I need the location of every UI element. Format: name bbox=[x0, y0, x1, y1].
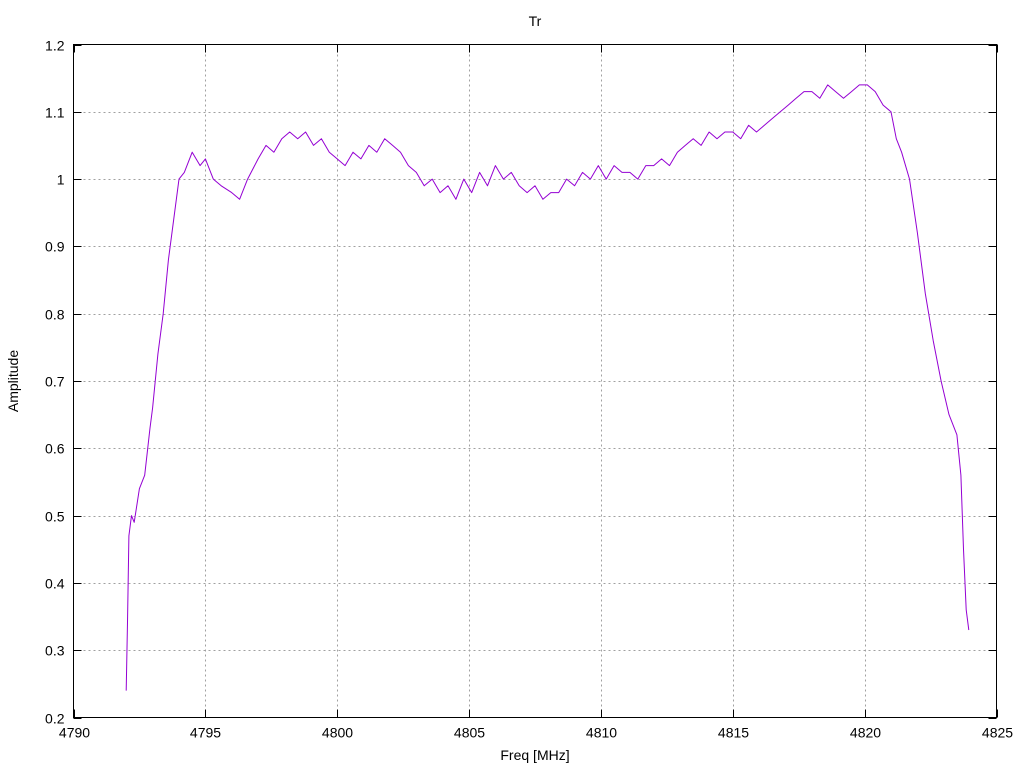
series-layer bbox=[125, 84, 970, 691]
y-tick-label: 1.2 bbox=[45, 38, 65, 54]
y-tick-label: 0.6 bbox=[45, 441, 65, 457]
tick-layer: 4790 4795 4800 4805 4810 4815 4820 4825 0.2 0.3 0.… bbox=[45, 38, 1013, 741]
chart-title: Tr bbox=[529, 13, 542, 29]
y-tick-label: 0.5 bbox=[45, 509, 65, 525]
y-axis-title: Amplitude bbox=[5, 350, 21, 412]
y-tick-label: 1.1 bbox=[45, 105, 65, 121]
y-tick-label: 0.7 bbox=[45, 374, 65, 390]
chart: Tr 4790 4795 4800 4805 4810 4815 4820 4825 0.2 0.… bbox=[5, 13, 1013, 763]
y-tick-label: 1 bbox=[57, 172, 65, 188]
x-tick-label: 4790 bbox=[59, 725, 90, 741]
y-tick-label: 0.8 bbox=[45, 307, 65, 323]
y-tick-label: 0.4 bbox=[45, 576, 65, 592]
x-tick-label: 4795 bbox=[190, 725, 221, 741]
y-tick-label: 0.2 bbox=[45, 711, 65, 727]
x-tick-label: 4800 bbox=[322, 725, 353, 741]
x-tick-label: 4825 bbox=[982, 725, 1013, 741]
y-tick-label: 0.9 bbox=[45, 239, 65, 255]
x-tick-label: 4810 bbox=[586, 725, 617, 741]
x-tick-label: 4820 bbox=[850, 725, 881, 741]
x-tick-label: 4805 bbox=[454, 725, 485, 741]
x-axis-title: Freq [MHz] bbox=[500, 747, 569, 763]
y-tick-label: 0.3 bbox=[45, 643, 65, 659]
x-tick-label: 4815 bbox=[718, 725, 749, 741]
grid-layer bbox=[73, 44, 997, 718]
series-line bbox=[125, 84, 970, 691]
